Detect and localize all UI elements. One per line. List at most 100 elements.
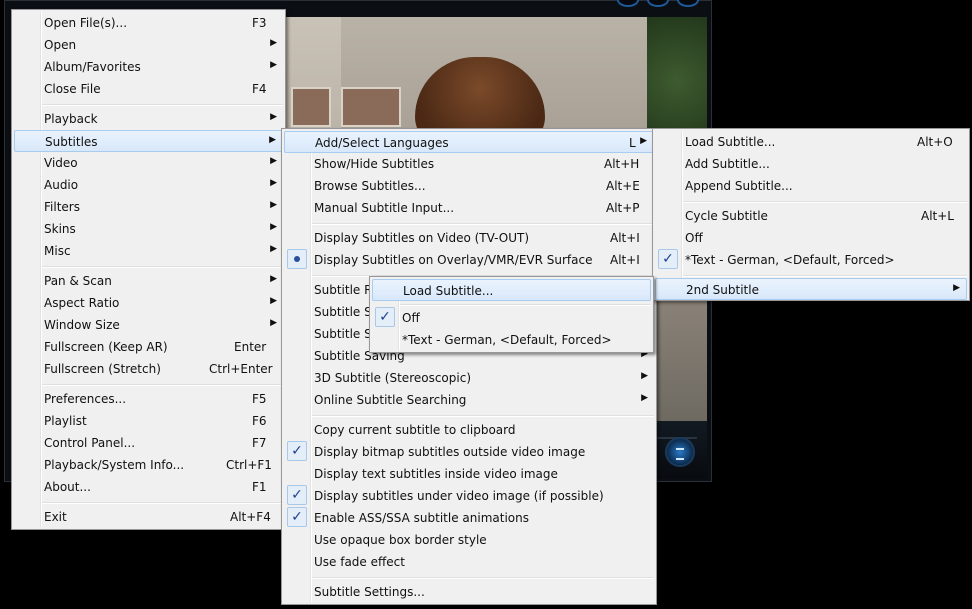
menu-item-playlist[interactable]: Playlist F6: [14, 410, 283, 432]
menu-item-label: Pan & Scan: [44, 274, 112, 288]
menu-item-browse-subtitles[interactable]: Browse Subtitles... Alt+E: [284, 175, 654, 197]
menu-item-exit[interactable]: Exit Alt+F4: [14, 506, 283, 528]
menu-item-3d-subtitle[interactable]: 3D Subtitle (Stereoscopic) ▶: [284, 367, 654, 389]
menu-item-label: Cycle Subtitle: [685, 209, 768, 223]
menu-item-fade-effect[interactable]: Use fade effect: [284, 551, 654, 573]
submenu-arrow-icon: ▶: [640, 136, 647, 146]
menu-item-open-files[interactable]: Open File(s)... F3: [14, 12, 283, 34]
menu-item-pan-scan[interactable]: Pan & Scan ▶: [14, 270, 283, 292]
menu-item-bitmap-outside-video[interactable]: ✓ Display bitmap subtitles outside video …: [284, 441, 654, 463]
menu-item-shortcut: F5: [252, 392, 267, 406]
menu-item-shortcut: F3: [252, 16, 267, 30]
menu-item-shortcut: F4: [252, 82, 267, 96]
menu-item-label: Copy current subtitle to clipboard: [314, 423, 516, 437]
menu-item-label: Fullscreen (Keep AR): [44, 340, 168, 354]
menu-item-about[interactable]: About... F1: [14, 476, 283, 498]
menu-item-append-subtitle[interactable]: Append Subtitle...: [655, 175, 967, 197]
menu-item-label: Playlist: [44, 414, 87, 428]
menu-separator: [42, 104, 283, 106]
menu-item-label: Close File: [44, 82, 101, 96]
menu-item-2nd-track-german[interactable]: *Text - German, <Default, Forced>: [372, 329, 651, 351]
menu-item-cycle-subtitle[interactable]: Cycle Subtitle Alt+L: [655, 205, 967, 227]
menu-item-add-select-languages[interactable]: Add/Select Languages L ▶: [284, 131, 654, 153]
menu-item-ass-ssa-animations[interactable]: ✓ Enable ASS/SSA subtitle animations: [284, 507, 654, 529]
menu-item-show-hide-subtitles[interactable]: Show/Hide Subtitles Alt+H: [284, 153, 654, 175]
menu-item-control-panel[interactable]: Control Panel... F7: [14, 432, 283, 454]
menu-item-label: 3D Subtitle (Stereoscopic): [314, 371, 472, 385]
menu-item-subtitles[interactable]: Subtitles ▶: [14, 130, 283, 152]
menu-item-label: Audio: [44, 178, 79, 192]
menu-item-filters[interactable]: Filters ▶: [14, 196, 283, 218]
menu-item-2nd-subtitle[interactable]: 2nd Subtitle ▶: [655, 278, 967, 300]
menu-item-copy-subtitle-clipboard[interactable]: Copy current subtitle to clipboard: [284, 419, 654, 441]
main-context-menu: Open File(s)... F3 Open ▶ Album/Favorites ▶…: [11, 9, 286, 530]
menu-item-label: Off: [685, 231, 703, 245]
menu-item-shortcut: F6: [252, 414, 267, 428]
menu-item-load-subtitle[interactable]: Load Subtitle... Alt+O: [655, 131, 967, 153]
menu-item-label: *Text - German, <Default, Forced>: [685, 253, 895, 267]
menu-separator: [312, 415, 654, 417]
submenu-arrow-icon: ▶: [270, 200, 277, 210]
menu-item-label: Subtitles: [45, 135, 98, 149]
menu-separator: [312, 577, 654, 579]
menu-item-label: Use opaque box border style: [314, 533, 487, 547]
submenu-arrow-icon: ▶: [269, 135, 276, 145]
menu-item-subtitles-under-video[interactable]: ✓ Display subtitles under video image (if…: [284, 485, 654, 507]
menu-item-2nd-load-subtitle[interactable]: Load Subtitle...: [372, 279, 651, 301]
menu-item-audio[interactable]: Audio ▶: [14, 174, 283, 196]
menu-item-close-file[interactable]: Close File F4: [14, 78, 283, 100]
menu-item-label: Manual Subtitle Input...: [314, 201, 455, 215]
menu-item-aspect-ratio[interactable]: Aspect Ratio ▶: [14, 292, 283, 314]
menu-item-label: Browse Subtitles...: [314, 179, 426, 193]
menu-item-shortcut: Ctrl+Enter: [209, 362, 273, 376]
menu-item-label: Open File(s)...: [44, 16, 128, 30]
playlist-icon[interactable]: [665, 437, 695, 467]
menu-item-label: Add Subtitle...: [685, 157, 770, 171]
menu-item-label: Display Subtitles on Overlay/VMR/EVR Sur…: [314, 253, 593, 267]
menu-item-label: 2nd Subtitle: [686, 283, 759, 297]
menu-item-display-subtitles-tv-out[interactable]: Display Subtitles on Video (TV-OUT) Alt+I: [284, 227, 654, 249]
menu-separator: [683, 201, 967, 203]
menu-item-opaque-box-border[interactable]: Use opaque box border style: [284, 529, 654, 551]
menu-item-online-subtitle-searching[interactable]: Online Subtitle Searching ▶: [284, 389, 654, 411]
menu-item-preferences[interactable]: Preferences... F5: [14, 388, 283, 410]
menu-item-label: Aspect Ratio: [44, 296, 120, 310]
menu-item-label: Playback: [44, 112, 98, 126]
menu-item-subtitle-track-german[interactable]: ✓ *Text - German, <Default, Forced>: [655, 249, 967, 271]
menu-item-fullscreen-keep-ar[interactable]: Fullscreen (Keep AR) Enter: [14, 336, 283, 358]
window-button-icon[interactable]: [617, 0, 639, 7]
menu-item-playback-system-info[interactable]: Playback/System Info... Ctrl+F1: [14, 454, 283, 476]
menu-item-label: Display bitmap subtitles outside video i…: [314, 445, 586, 459]
menu-item-label: Fullscreen (Stretch): [44, 362, 161, 376]
window-button-icon[interactable]: [647, 0, 669, 7]
menu-item-window-size[interactable]: Window Size ▶: [14, 314, 283, 336]
menu-item-album-favorites[interactable]: Album/Favorites ▶: [14, 56, 283, 78]
menu-item-manual-subtitle-input[interactable]: Manual Subtitle Input... Alt+P: [284, 197, 654, 219]
menu-item-add-subtitle[interactable]: Add Subtitle...: [655, 153, 967, 175]
checkmark-icon: ✓: [375, 307, 395, 327]
window-button-icon[interactable]: [677, 0, 699, 7]
menu-separator: [42, 266, 283, 268]
menu-separator: [683, 275, 967, 277]
languages-submenu: Load Subtitle... Alt+O Add Subtitle... Ap…: [652, 128, 970, 301]
menu-item-label: Subtitle S: [314, 305, 372, 319]
subtitles-submenu: Add/Select Languages L ▶ Show/Hide Subtitl…: [281, 128, 657, 605]
menu-separator: [42, 502, 283, 504]
menu-item-subtitle-settings[interactable]: Subtitle Settings...: [284, 581, 654, 603]
menu-item-misc[interactable]: Misc ▶: [14, 240, 283, 262]
menu-item-skins[interactable]: Skins ▶: [14, 218, 283, 240]
menu-item-shortcut: Alt+H: [604, 157, 640, 171]
checkmark-icon: ✓: [287, 441, 307, 461]
menu-item-subtitle-off[interactable]: Off: [655, 227, 967, 249]
menu-item-label: Subtitle Settings...: [314, 585, 425, 599]
menu-item-display-subtitles-overlay[interactable]: Display Subtitles on Overlay/VMR/EVR Sur…: [284, 249, 654, 271]
menu-item-video[interactable]: Video ▶: [14, 152, 283, 174]
menu-item-shortcut: L: [629, 136, 636, 150]
submenu-arrow-icon: ▶: [641, 393, 648, 403]
menu-item-label: Open: [44, 38, 77, 52]
menu-item-text-inside-video[interactable]: Display text subtitles inside video imag…: [284, 463, 654, 485]
menu-item-2nd-off[interactable]: ✓ Off: [372, 307, 651, 329]
menu-item-fullscreen-stretch[interactable]: Fullscreen (Stretch) Ctrl+Enter: [14, 358, 283, 380]
menu-item-open[interactable]: Open ▶: [14, 34, 283, 56]
menu-item-playback[interactable]: Playback ▶: [14, 108, 283, 130]
